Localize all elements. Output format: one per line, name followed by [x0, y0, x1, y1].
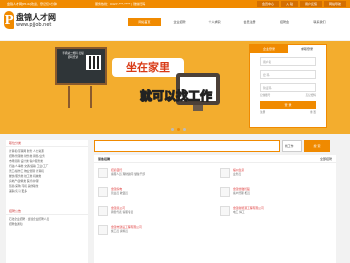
- board-leg: [90, 86, 92, 108]
- company-card[interactable]: 盘锦新能源工程有限公司 电工 焊工: [220, 206, 332, 224]
- password-field[interactable]: 密 码: [260, 70, 316, 79]
- company-card[interactable]: 盘锦某公司 销售代表 客服专员: [98, 206, 210, 224]
- login-button[interactable]: 登 录: [260, 101, 316, 109]
- company-logo-icon: [220, 206, 230, 216]
- main-nav: 网站首页 企业招聘 个人求职 会员注册 招聘会 联系我们: [128, 18, 338, 26]
- logo-text: 盘锦人才网 www.pjjob.net: [16, 13, 56, 28]
- search-input[interactable]: [94, 140, 280, 152]
- remember-checkbox[interactable]: 记住账号: [260, 94, 270, 98]
- nav-job-fair[interactable]: 招聘会: [268, 18, 301, 26]
- join-link[interactable]: 入 驻: [281, 1, 298, 7]
- company-logo-icon: [98, 187, 108, 197]
- tab-company-login[interactable]: 企业登录: [250, 45, 288, 53]
- company-card[interactable]: 福州生意 业务员: [220, 168, 332, 186]
- qr-code-icon: [86, 55, 101, 70]
- company-grid: 招商银行 客服人员 理财顾问 储备干部 福州生意 业务员 盘锦家电 营业员 收银员 盘…: [94, 163, 336, 248]
- hotline-text: 服务热线：0427-***-**** | 微信扫码: [95, 2, 146, 6]
- company-card[interactable]: 盘锦市建设工程有限公司 施工员 资料员: [98, 225, 210, 243]
- company-card[interactable]: 招商银行 客服人员 理财顾问 储备干部: [98, 168, 210, 186]
- company-logo-icon: [220, 168, 230, 178]
- category-list: 计算机/互联网 财务 人力资源 招聘/管理类 财务类 销售/业务 市场营销 设计…: [6, 147, 88, 196]
- company-jobs[interactable]: 施工员 资料员: [111, 229, 142, 233]
- top-links: 会员中心 入 驻 用户反馈 网站导航: [256, 1, 346, 7]
- site-nav-link[interactable]: 网站导航: [323, 1, 346, 7]
- company-jobs[interactable]: 销售代表 客服专员: [111, 210, 133, 214]
- nav-contact[interactable]: 联系我们: [303, 18, 336, 26]
- search-button[interactable]: 搜 索: [304, 140, 330, 152]
- company-logo-icon: [98, 225, 108, 235]
- category-title: 职位分类: [6, 140, 88, 147]
- logo-url: www.pjjob.net: [16, 21, 52, 28]
- qr-board: 手机站二维码 扫描即可登录: [55, 47, 107, 85]
- register-link[interactable]: 注册: [260, 111, 265, 115]
- tab-seeker-login[interactable]: 求职登录: [288, 45, 326, 53]
- reset-link[interactable]: 重 置: [310, 111, 316, 115]
- company-jobs[interactable]: 营业员 收银员: [111, 191, 128, 195]
- username-field[interactable]: 用户名: [260, 57, 316, 66]
- logo-icon: P: [4, 11, 14, 29]
- company-logo-icon: [98, 168, 108, 178]
- login-actions: 注册 重 置: [260, 111, 316, 115]
- news-item[interactable]: 招聘会通知: [9, 222, 85, 227]
- company-jobs[interactable]: 客服人员 理财顾问 储备干部: [111, 172, 145, 176]
- search-type-select[interactable]: 找工作: [282, 140, 302, 152]
- welcome-text: 盘锦人才网[Pt.ib]欢迎，登记仅1分钟: [7, 2, 57, 6]
- banner-slogan-main: 坐在家里: [112, 58, 184, 77]
- captcha-field[interactable]: 验证码: [260, 83, 316, 92]
- top-bar: 盘锦人才网[Pt.ib]欢迎，登记仅1分钟 服务热线：0427-***-****…: [0, 0, 350, 8]
- slide-dot-active[interactable]: [177, 128, 180, 131]
- company-jobs[interactable]: 业务员: [233, 172, 244, 176]
- banner-dots: [171, 128, 186, 131]
- slide-dot[interactable]: [183, 128, 186, 131]
- company-logo-icon: [220, 187, 230, 197]
- job-search: 找工作 搜 索: [94, 140, 330, 152]
- news-list: 石化企业招聘 · 盘锦企业招聘人员 招聘会通知: [6, 215, 88, 229]
- board-text: 手机站二维码 扫描即可登录: [62, 52, 84, 59]
- member-center-link[interactable]: 会员中心: [256, 1, 279, 7]
- urgent-jobs-panel: 紧急招聘 全部招聘 招商银行 客服人员 理财顾问 储备干部 福州生意 业务员 盘锦家…: [94, 155, 336, 263]
- all-jobs-link[interactable]: 全部招聘: [320, 155, 332, 162]
- jobs-header: 紧急招聘 全部招聘: [94, 155, 336, 163]
- slide-dot[interactable]: [171, 128, 174, 131]
- forgot-password-link[interactable]: 忘记密码: [306, 94, 316, 98]
- company-jobs[interactable]: 电工 焊工: [233, 210, 264, 214]
- banner-slogan-sub: 就可以找工作: [139, 89, 212, 104]
- board-leg: [68, 86, 70, 108]
- company-card[interactable]: 盘锦家电 营业员 收银员: [98, 187, 210, 205]
- login-options: 记住账号 忘记密码: [260, 94, 316, 98]
- login-tabs: 企业登录 求职登录: [250, 45, 326, 53]
- category-line[interactable]: 兼职/实习 更多: [9, 189, 85, 194]
- nav-home[interactable]: 网站首页: [128, 18, 161, 26]
- logo-name: 盘锦人才网: [16, 12, 56, 22]
- company-logo-icon: [98, 206, 108, 216]
- category-sidebar: 职位分类 计算机/互联网 财务 人力资源 招聘/管理类 财务类 销售/业务 市场…: [6, 140, 88, 263]
- company-card[interactable]: 盘锦金融控股 客户经理 柜员: [220, 187, 332, 205]
- jobs-title: 紧急招聘: [98, 157, 111, 161]
- site-logo[interactable]: P 盘锦人才网 www.pjjob.net: [4, 11, 56, 29]
- nav-company-jobs[interactable]: 企业招聘: [163, 18, 196, 26]
- news-title: 招聘公告: [6, 208, 88, 215]
- nav-register[interactable]: 会员注册: [233, 18, 266, 26]
- company-jobs[interactable]: 客户经理 柜员: [233, 191, 250, 195]
- nav-job-seeking[interactable]: 个人求职: [198, 18, 231, 26]
- feedback-link[interactable]: 用户反馈: [299, 1, 322, 7]
- login-panel: 企业登录 求职登录 用户名 密 码 验证码 记住账号 忘记密码 登 录 注册 重…: [249, 44, 327, 128]
- site-header: P 盘锦人才网 www.pjjob.net 网站首页 企业招聘 个人求职 会员注…: [0, 8, 350, 40]
